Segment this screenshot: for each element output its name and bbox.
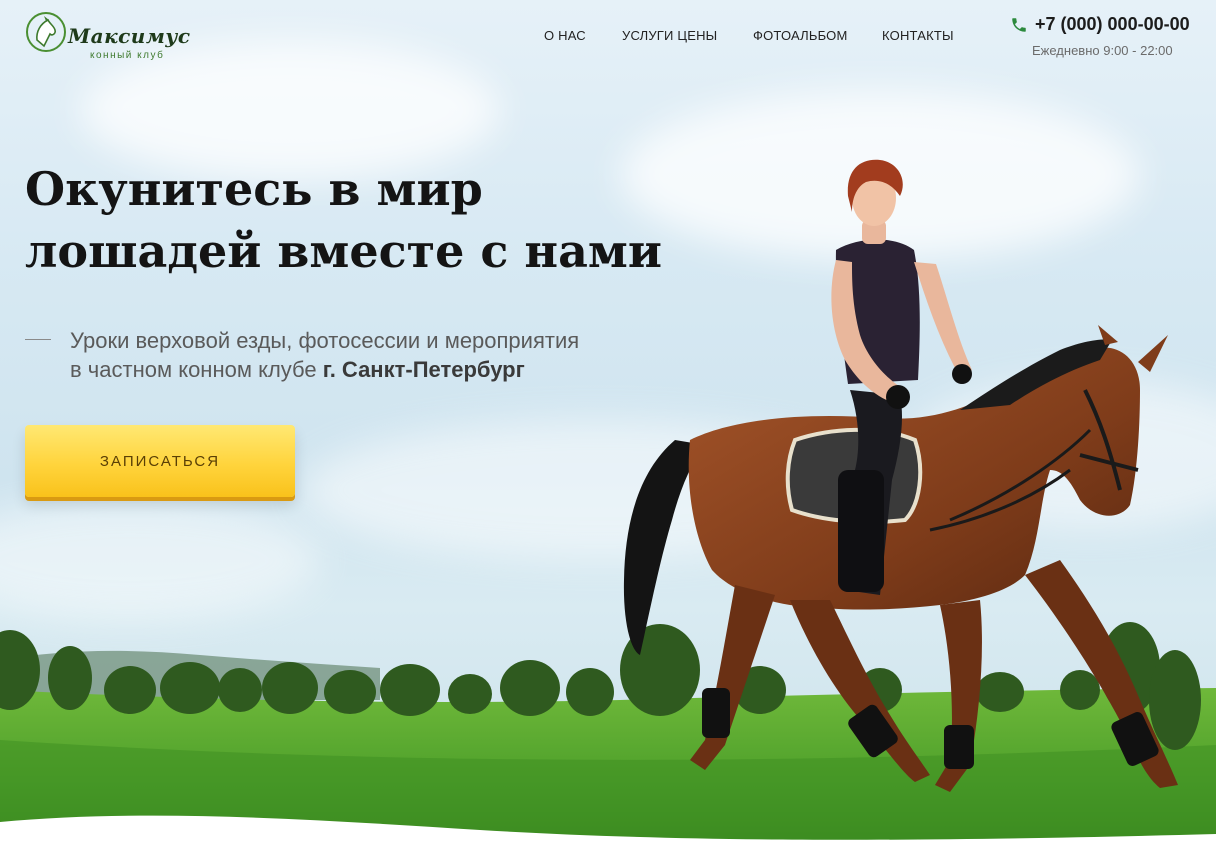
nav-item-about[interactable]: О НАС xyxy=(544,28,586,43)
logo-name: Максимус xyxy=(68,24,191,48)
logo[interactable]: Максимус конный клуб xyxy=(24,10,190,62)
signup-button[interactable]: ЗАПИСАТЬСЯ xyxy=(25,425,295,497)
nav-item-photo-album[interactable]: ФОТОАЛЬБОМ xyxy=(753,28,848,43)
hero-subtitle-city: г. Санкт-Петербург xyxy=(322,357,525,382)
working-hours: Ежедневно 9:00 - 22:00 xyxy=(1032,43,1173,58)
nav-item-services-prices[interactable]: УСЛУГИ ЦЕНЫ xyxy=(622,28,717,43)
hero-title: Окунитесь в мир лошадей вместе с нами xyxy=(25,158,705,282)
subtitle-dash xyxy=(25,339,51,340)
hero-title-line-1: Окунитесь в мир xyxy=(25,162,483,216)
hero-title-line-2: лошадей вместе с нами xyxy=(25,224,662,278)
hero-subtitle-line-2: в частном конном клубе xyxy=(70,357,323,382)
nav-item-contacts[interactable]: КОНТАКТЫ xyxy=(882,28,954,43)
hero-subtitle-line-1: Уроки верховой езды, фотосессии и меропр… xyxy=(70,328,580,353)
horse-head-logo-icon xyxy=(26,12,66,52)
hero-subtitle: Уроки верховой езды, фотосессии и меропр… xyxy=(70,326,670,384)
bottom-wave xyxy=(0,815,1216,867)
phone-block[interactable]: +7 (000) 000-00-00 xyxy=(1010,14,1200,36)
phone-number[interactable]: +7 (000) 000-00-00 xyxy=(1035,14,1190,35)
logo-subtitle: конный клуб xyxy=(90,50,165,61)
phone-icon xyxy=(1012,18,1026,32)
